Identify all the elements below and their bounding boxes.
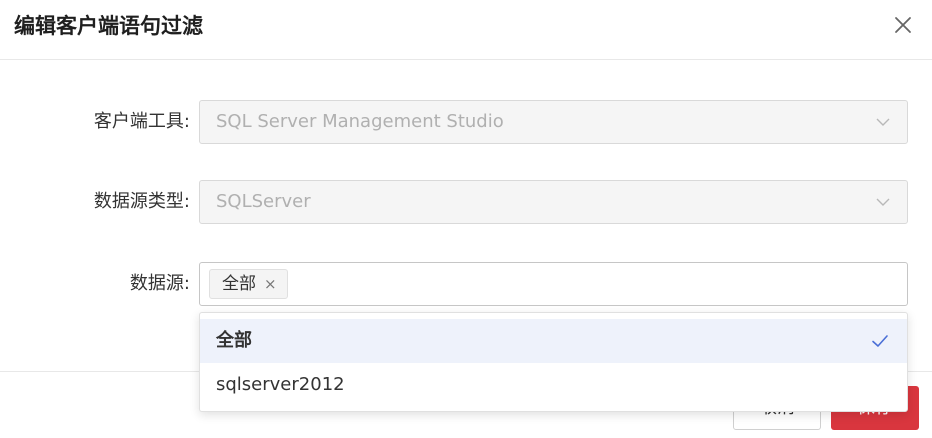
client-tool-select[interactable]: SQL Server Management Studio	[199, 100, 908, 144]
check-icon	[872, 335, 888, 347]
datasource-label: 数据源:	[129, 273, 190, 294]
datasource-select[interactable]: 全部 ×	[199, 262, 908, 306]
dropdown-option-all[interactable]: 全部	[200, 319, 907, 363]
chevron-down-icon	[876, 118, 890, 126]
datasource-tag: 全部 ×	[209, 269, 288, 299]
dropdown-option-label: sqlserver2012	[216, 374, 345, 395]
datasource-tag-label: 全部	[222, 274, 256, 294]
datasource-type-label: 数据源类型:	[93, 191, 190, 212]
dialog-header: 编辑客户端语句过滤	[0, 0, 932, 60]
datasource-dropdown: 全部 sqlserver2012	[199, 312, 908, 412]
dropdown-option-label: 全部	[216, 330, 252, 351]
close-button[interactable]	[890, 12, 916, 38]
close-icon	[895, 17, 911, 33]
tag-close-icon[interactable]: ×	[264, 270, 277, 298]
form-row-client-tool: 客户端工具: SQL Server Management Studio	[0, 100, 932, 144]
client-tool-label: 客户端工具:	[93, 111, 190, 132]
form-row-datasource-type: 数据源类型: SQLServer	[0, 180, 932, 224]
dropdown-option-sqlserver2012[interactable]: sqlserver2012	[200, 363, 907, 407]
datasource-type-select[interactable]: SQLServer	[199, 180, 908, 224]
dialog-title: 编辑客户端语句过滤	[14, 14, 203, 38]
client-tool-value: SQL Server Management Studio	[216, 111, 504, 132]
form-row-datasource: 数据源: 全部 ×	[0, 262, 932, 306]
chevron-down-icon	[876, 198, 890, 206]
datasource-type-value: SQLServer	[216, 191, 311, 212]
edit-filter-dialog: 编辑客户端语句过滤 客户端工具: SQL Server Management S…	[0, 0, 932, 438]
